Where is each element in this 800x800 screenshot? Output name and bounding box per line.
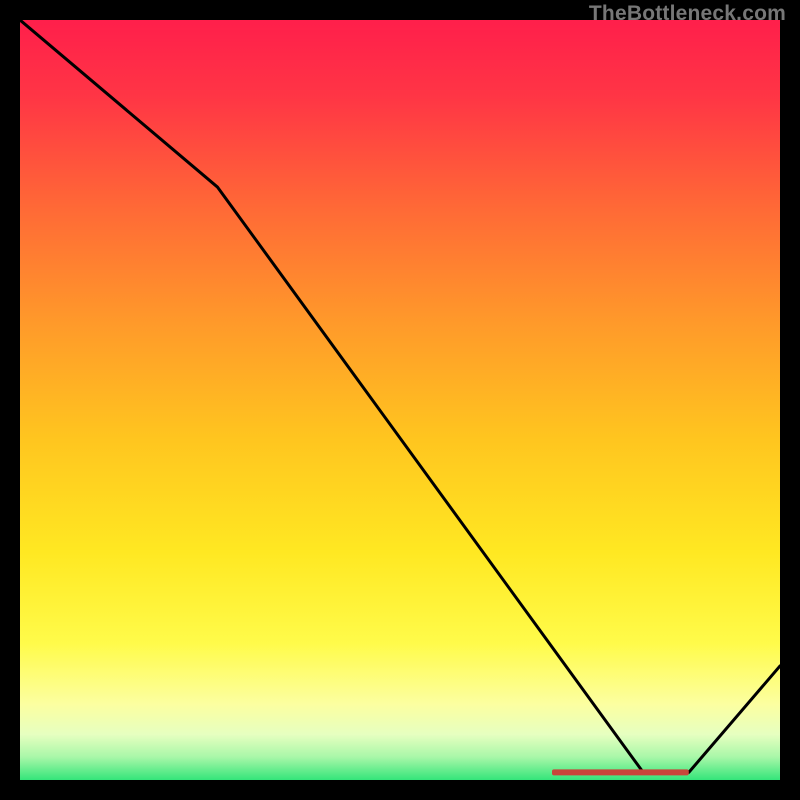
optimal-range-marker xyxy=(552,769,689,775)
chart-frame: TheBottleneck.com xyxy=(0,0,800,800)
gradient-background xyxy=(20,20,780,780)
bottleneck-chart xyxy=(20,20,780,780)
